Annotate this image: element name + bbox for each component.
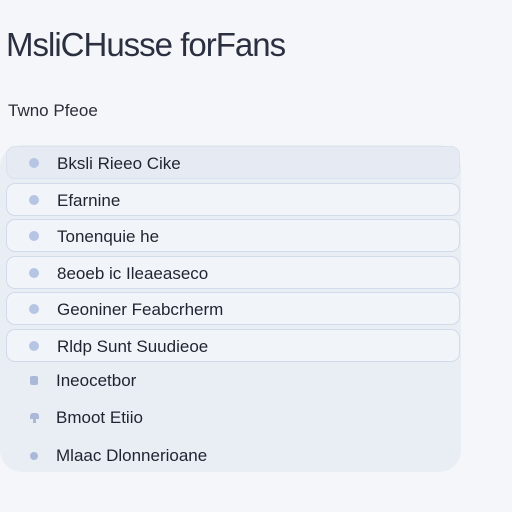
- bullet-icon: [29, 304, 39, 315]
- list-item-label: 8eoeb ic Ileaeaseco: [57, 263, 209, 283]
- list-item-label: Rldp Sunt Suudieoe: [57, 336, 209, 356]
- list-item[interactable]: Ineocetbor: [6, 364, 460, 398]
- list-item[interactable]: 8eoeb ic Ileaeaseco: [6, 255, 460, 289]
- list-item[interactable]: Bksli Rieeo Cike: [6, 146, 460, 179]
- page-title: MsliCHusse forFans: [6, 26, 286, 63]
- section-heading: Twno Pfeoe: [8, 101, 98, 120]
- bullet-icon: [29, 231, 39, 242]
- list-item-label: Ineocetbor: [56, 371, 137, 390]
- bullet-icon: [29, 194, 39, 205]
- bullet-icon: [29, 267, 39, 278]
- bullet-icon: [29, 340, 39, 351]
- list-item[interactable]: Tonenquie he: [6, 219, 460, 253]
- list-item[interactable]: Mlaac Dlonnerioane: [6, 439, 460, 473]
- list-item-label: Mlaac Dlonnerioane: [56, 446, 208, 465]
- document-icon: [30, 376, 38, 385]
- list-item[interactable]: Geoniner Feabcrherm: [6, 292, 460, 326]
- list-item-label: Bksli Rieeo Cike: [57, 154, 181, 173]
- list-item[interactable]: Rldp Sunt Suudieoe: [6, 328, 460, 362]
- bullet-icon: [29, 158, 39, 168]
- list-item-label: Tonenquie he: [57, 227, 160, 247]
- list-item[interactable]: Bmoot Etiio: [6, 401, 460, 435]
- option-list: Bksli Rieeo Cike Efarnine Tonenquie he 8…: [6, 146, 460, 366]
- list-item-label: Efarnine: [57, 190, 121, 210]
- pin-icon: [30, 413, 39, 423]
- list-item-label: Bmoot Etiio: [56, 408, 143, 427]
- bullet-icon: [30, 452, 38, 460]
- list-item-label: Geoniner Feabcrherm: [57, 300, 224, 320]
- list-item[interactable]: Efarnine: [6, 182, 460, 216]
